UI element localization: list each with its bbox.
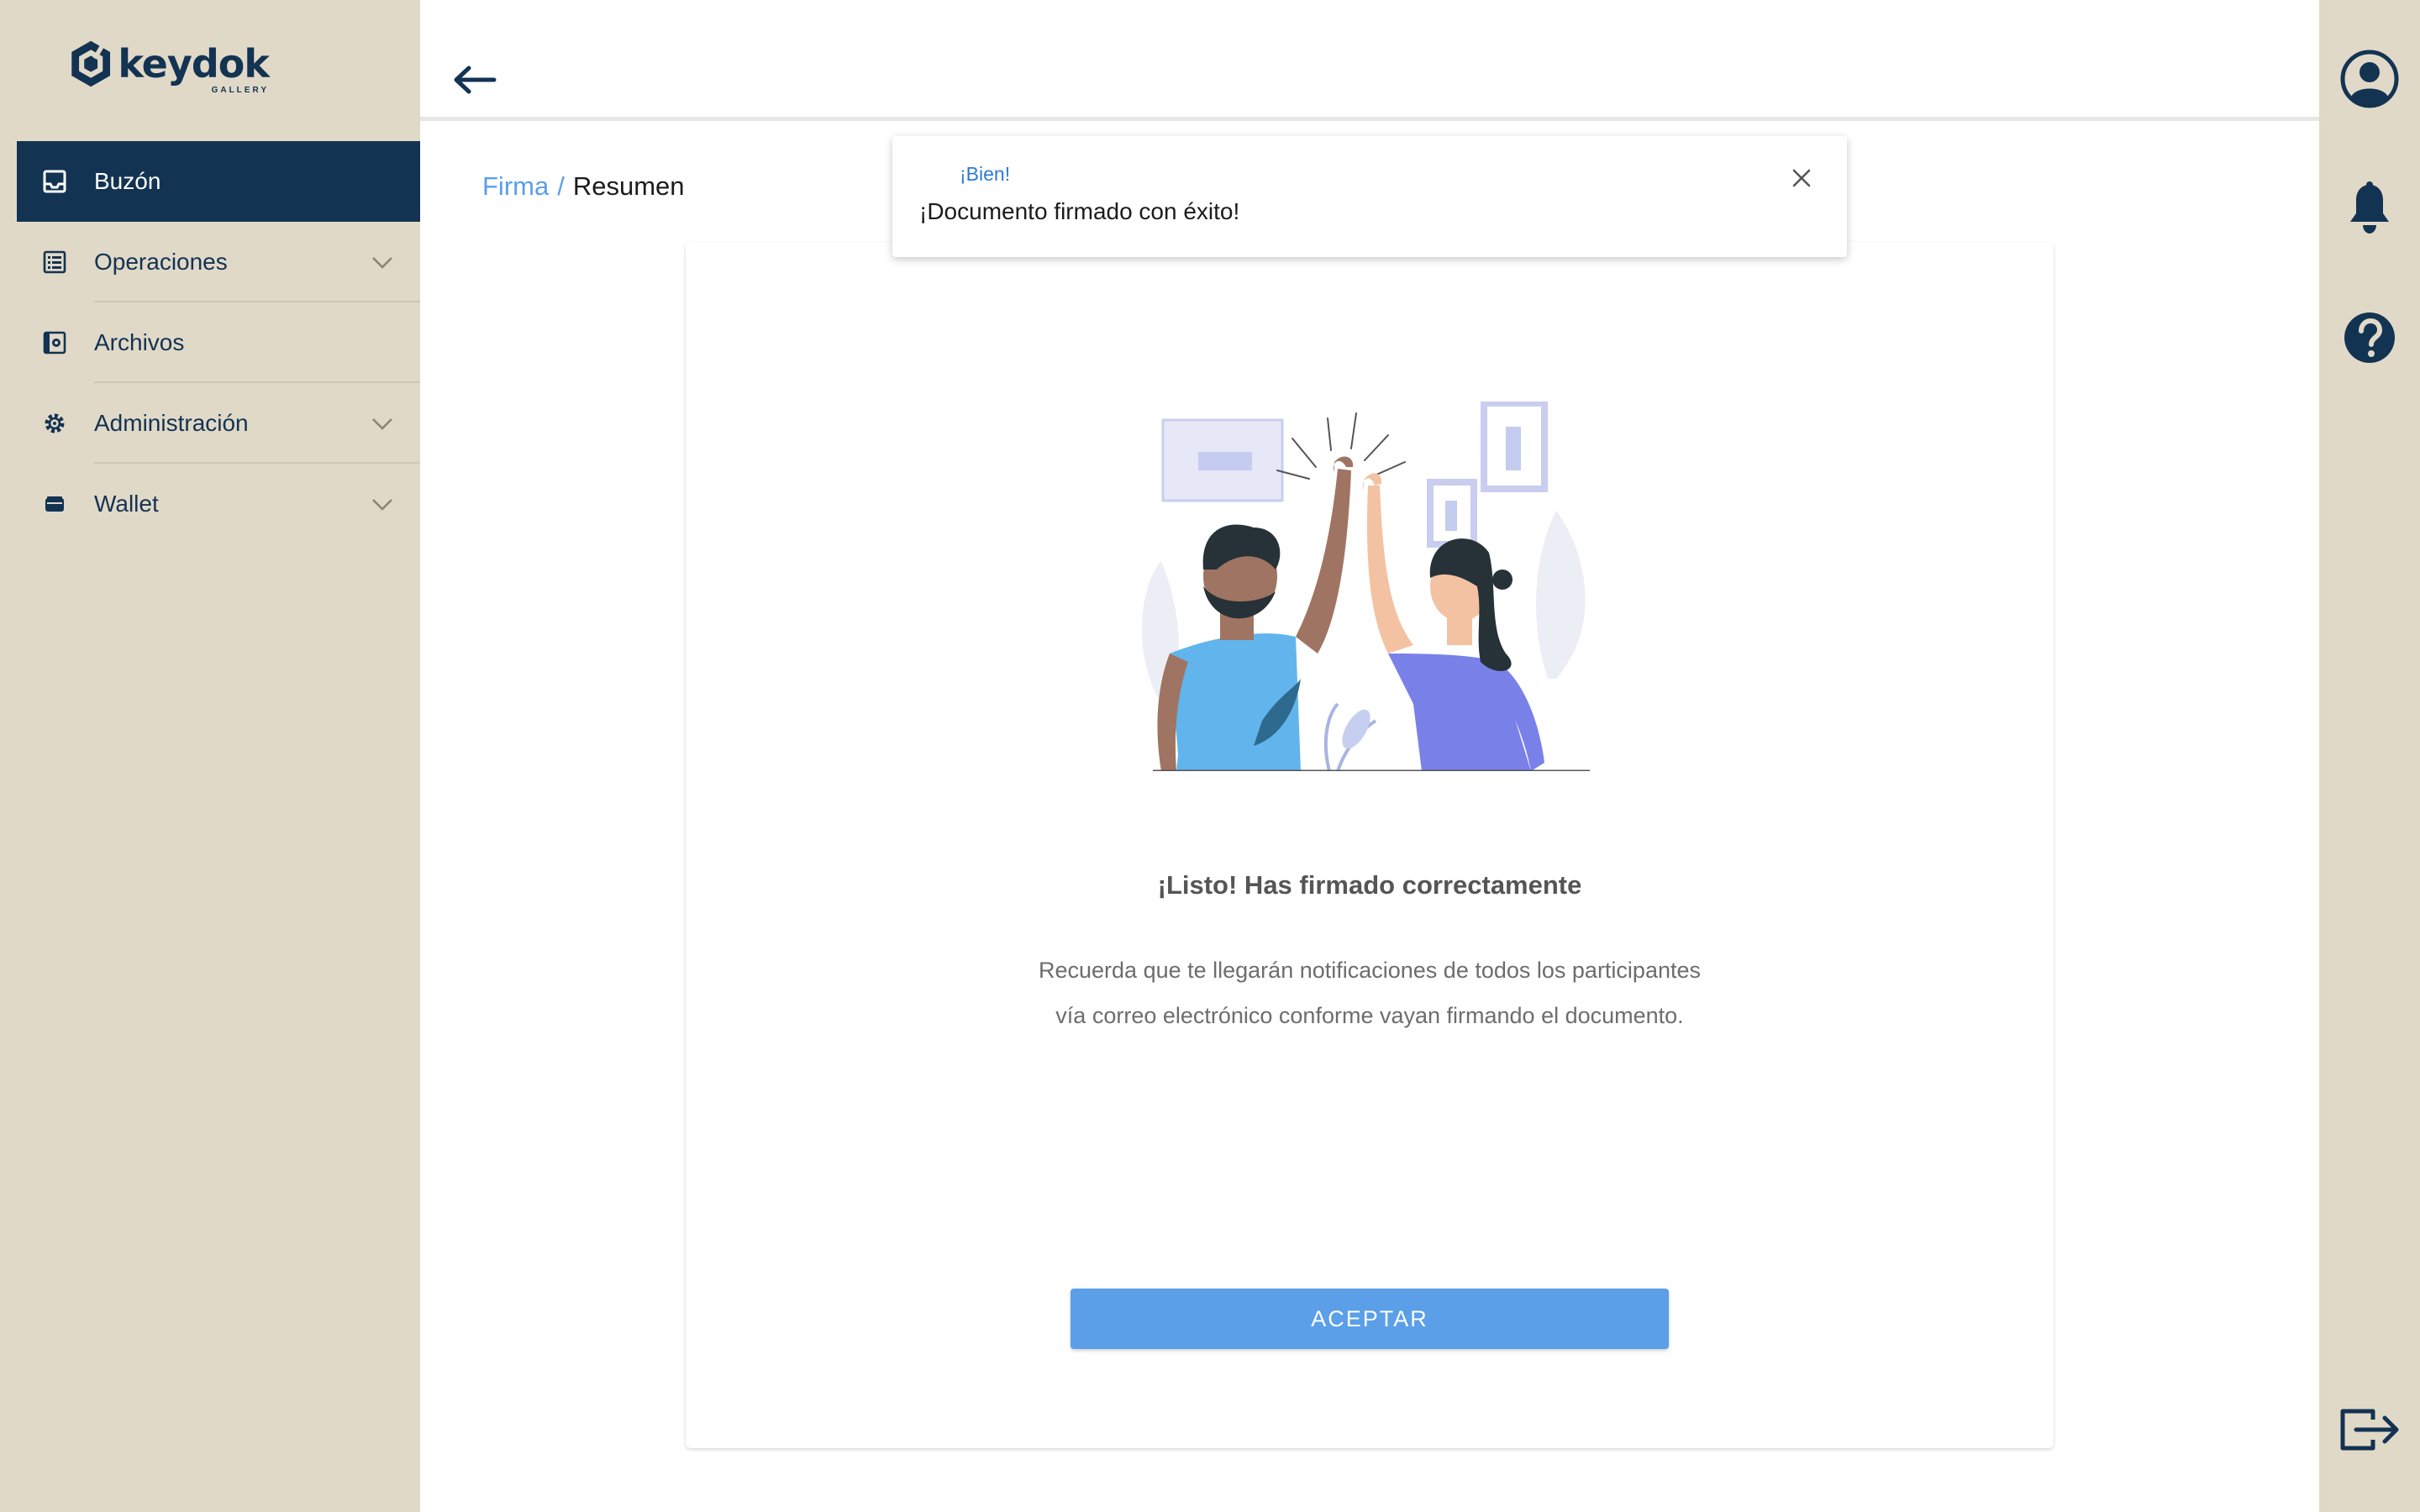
logout-icon (2340, 1409, 2399, 1451)
brand-logo[interactable]: keydok GALLERY (67, 30, 270, 97)
brand-name: keydok (118, 41, 270, 87)
toast-title: ¡Bien! (960, 163, 1011, 185)
arrow-left-icon (454, 66, 497, 94)
breadcrumb: Firma / Resumen (482, 171, 685, 202)
toast-message: ¡Documento firmado con éxito! (919, 198, 1240, 224)
sidebar-item-administracion[interactable]: Administración (17, 383, 420, 464)
sidebar-item-label: Operaciones (94, 249, 228, 275)
notifications-button[interactable] (2338, 176, 2402, 240)
logout-button[interactable] (2338, 1398, 2402, 1462)
sidebar: keydok GALLERY Buzón Operaciones Archivo… (0, 0, 420, 1512)
list-icon (42, 249, 67, 275)
top-bar (420, 0, 2319, 121)
breadcrumb-separator: / (557, 171, 565, 201)
success-description: Recuerda que te llegarán notificaciones … (1039, 958, 1701, 1028)
right-rail (2319, 0, 2420, 1512)
chevron-down-icon[interactable] (370, 491, 395, 517)
help-button[interactable] (2338, 306, 2402, 370)
back-button[interactable] (445, 52, 504, 108)
chevron-down-icon[interactable] (370, 411, 395, 436)
accept-button[interactable]: ACEPTAR (1071, 1289, 1669, 1349)
help-icon (2344, 312, 2395, 363)
success-title: ¡Listo! Has firmado correctamente (1157, 870, 1582, 900)
sidebar-item-buzon[interactable]: Buzón (17, 141, 420, 222)
brand-subtitle: GALLERY (211, 86, 269, 95)
success-toast: ¡Bien! ¡Documento firmado con éxito! (892, 136, 1847, 257)
archive-icon (42, 330, 67, 355)
high-five-illustration (1141, 402, 1590, 771)
sidebar-item-label: Buzón (94, 168, 161, 194)
user-icon (2340, 50, 2399, 108)
chevron-down-icon[interactable] (370, 249, 395, 275)
sidebar-item-label: Archivos (94, 329, 185, 355)
sidebar-nav: Buzón Operaciones Archivos Administració… (17, 141, 420, 544)
bell-icon (2350, 181, 2389, 234)
sidebar-item-label: Administración (94, 410, 249, 436)
sidebar-item-operaciones[interactable]: Operaciones (17, 222, 420, 302)
sidebar-item-archivos[interactable]: Archivos (17, 302, 420, 383)
sidebar-item-wallet[interactable]: Wallet (17, 464, 420, 544)
close-icon[interactable] (1786, 163, 1817, 193)
user-button[interactable] (2338, 47, 2402, 111)
breadcrumb-current: Resumen (572, 171, 685, 201)
wallet-icon (42, 491, 67, 517)
gear-icon (42, 411, 67, 436)
inbox-icon (42, 169, 67, 194)
keydok-logo-icon (71, 40, 111, 87)
sidebar-item-label: Wallet (94, 491, 159, 517)
success-card: ¡Listo! Has firmado correctamente Recuer… (686, 242, 2054, 1448)
breadcrumb-link-firma[interactable]: Firma (482, 171, 549, 202)
